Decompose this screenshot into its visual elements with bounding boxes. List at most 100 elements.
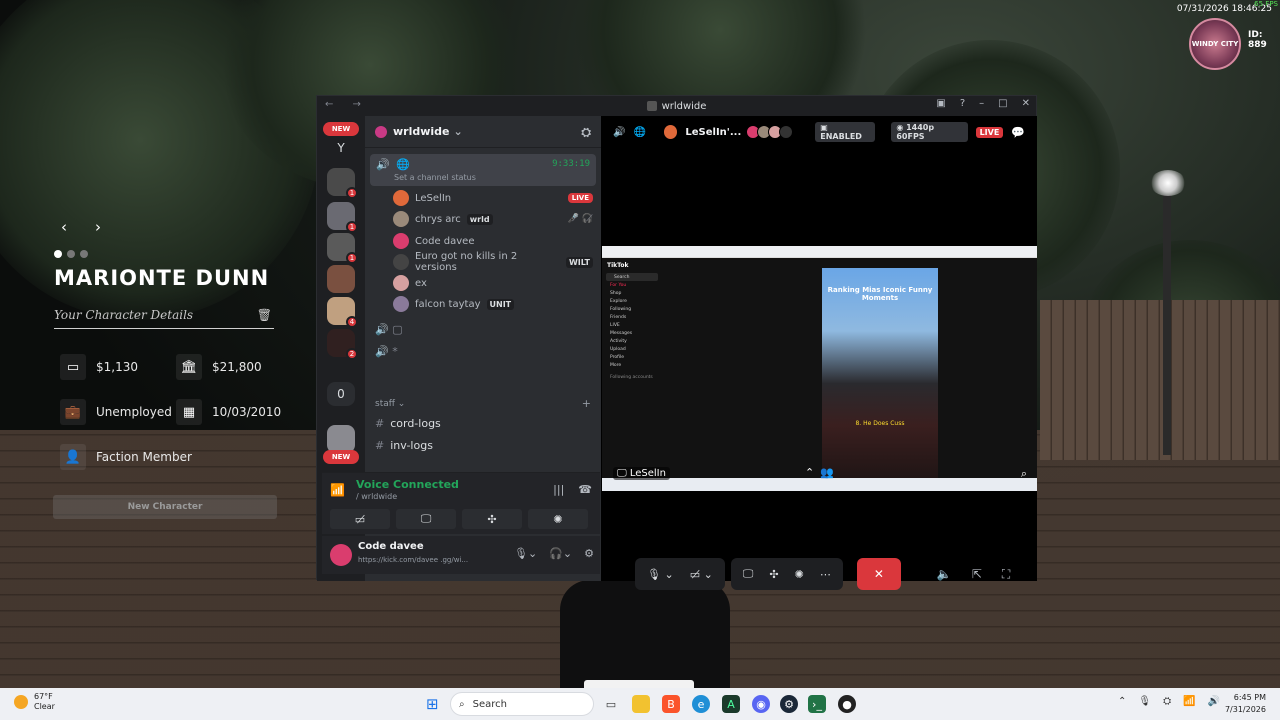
back-forward-icon[interactable]: ← →	[325, 99, 369, 110]
member-tag: WILT	[565, 256, 593, 268]
windows-start-icon[interactable]: ⊞	[426, 696, 442, 712]
more-icon[interactable]: ⋯	[820, 568, 831, 581]
channel-status[interactable]: Set a channel status	[394, 173, 476, 182]
server-icon[interactable]	[327, 425, 355, 453]
signal-icon[interactable]: 📶	[330, 483, 345, 497]
voice-connected-label: Voice Connected	[356, 478, 459, 491]
voice-member[interactable]: LeSelIn LIVE	[393, 189, 593, 207]
server-icon[interactable]: 4	[327, 297, 358, 328]
app-icon[interactable]: A	[722, 695, 740, 713]
file-explorer-icon[interactable]	[632, 695, 650, 713]
voice-channel[interactable]: 🔊 ▢	[375, 323, 403, 336]
network-icon[interactable]: ⛭	[1163, 696, 1171, 707]
server-icon[interactable]: 1	[327, 168, 358, 199]
wifi-icon[interactable]: 📶	[1183, 696, 1195, 707]
voice-channel-active[interactable]: 🔊 🌐 9:33:19 Set a channel status	[370, 154, 596, 186]
server-icon[interactable]: 1	[327, 233, 358, 264]
chevron-left-icon[interactable]: ‹	[54, 218, 74, 236]
voice-member[interactable]: ex	[393, 274, 593, 292]
voice-member[interactable]: Euro got no kills in 2 versions WILT	[393, 251, 593, 273]
tiktok-search: Search	[606, 273, 658, 281]
voice-timer: 9:33:19	[552, 159, 590, 169]
noise-suppression-icon[interactable]: |||	[553, 483, 564, 496]
speaker-icon: 🔊	[613, 126, 626, 138]
new-character-button[interactable]: New Character	[53, 495, 277, 519]
minimize-icon[interactable]: –	[979, 98, 984, 109]
server-0[interactable]: 0	[327, 382, 355, 406]
text-channel[interactable]: # cord-logs	[375, 417, 441, 430]
chat-icon[interactable]: 💬	[1011, 126, 1025, 139]
help-icon[interactable]: ?	[960, 98, 965, 109]
server-icon[interactable]: 1	[327, 202, 358, 233]
task-view-icon[interactable]: ▭	[602, 695, 620, 713]
screen-share-icon[interactable]: 🖵	[743, 567, 754, 581]
server-header[interactable]: wrldwide ⌄ ⛭	[365, 116, 601, 148]
character-nav: ‹ ›	[54, 218, 108, 236]
gear-icon[interactable]: ⚙	[584, 547, 594, 560]
shared-screen[interactable]: TikTok Search For You Shop Explore Follo…	[602, 246, 1037, 491]
popout-icon[interactable]: ⇱	[972, 567, 982, 582]
server-icon[interactable]: 2	[327, 329, 358, 360]
viewer-avatars[interactable]	[746, 125, 794, 139]
pager-dot[interactable]	[67, 250, 75, 258]
voice-member[interactable]: falcon taytay UNIT	[393, 295, 593, 313]
people-icon[interactable]: 👥	[820, 466, 834, 479]
terminal-icon[interactable]: ›_	[808, 695, 826, 713]
avatar[interactable]	[330, 544, 352, 566]
taskbar-clock[interactable]: 6:45 PM 7/31/2026	[1225, 692, 1266, 716]
headphones-icon[interactable]: 🎧⌄	[549, 547, 572, 560]
chevron-right-icon[interactable]: ›	[88, 218, 108, 236]
voice-channel-path[interactable]: / wrldwide	[356, 492, 397, 501]
pager-dot[interactable]	[54, 250, 62, 258]
voice-channel[interactable]: 🔊 *	[375, 345, 398, 358]
street-lamp	[1150, 170, 1186, 196]
trash-icon[interactable]: 🗑	[257, 308, 272, 322]
inbox-icon[interactable]: ▣	[936, 98, 945, 109]
camera-off-button[interactable]: ▭̸	[330, 509, 390, 529]
screen-share-button[interactable]: 🖵	[396, 509, 456, 529]
voice-member[interactable]: chrys arc wrld 🎤̸ 🎧̸	[393, 210, 593, 228]
search-icon: ⌕	[459, 698, 465, 710]
microphone-icon[interactable]: 🎙⌄	[514, 547, 537, 560]
menu-item: Friends	[610, 314, 627, 320]
disconnect-icon[interactable]: ☎	[578, 483, 592, 496]
add-channel-icon[interactable]: +	[582, 397, 591, 410]
microphone-icon[interactable]: 🎙 ⌄	[647, 568, 674, 581]
tiktok-video: Ranking Mias Iconic Funny Moments 8. He …	[822, 268, 938, 478]
stream-label: 🖵 LeSelIn	[613, 467, 670, 480]
maximize-icon[interactable]: □	[998, 98, 1007, 109]
microphone-icon[interactable]: 🎙	[1138, 696, 1151, 707]
username: Code davee	[358, 541, 424, 552]
taskbar-search[interactable]: ⌕ Search	[450, 692, 594, 716]
server-icon[interactable]	[327, 265, 355, 293]
category-staff[interactable]: staff ⌄	[375, 399, 405, 409]
server-y[interactable]: Y	[327, 137, 355, 159]
activities-button[interactable]: ✣	[462, 509, 522, 529]
camera-off-icon[interactable]: ▭̸ ⌄	[690, 568, 713, 581]
avatar	[393, 254, 409, 270]
steam-icon[interactable]: ⚙	[780, 695, 798, 713]
voice-member[interactable]: Code davee	[393, 232, 593, 250]
volume-icon[interactable]: 🔈	[937, 567, 952, 582]
invite-icon[interactable]: ⛭	[581, 125, 591, 140]
weather-widget[interactable]: 67°F Clear	[14, 692, 55, 712]
chevron-up-icon[interactable]: ⌃	[1118, 696, 1126, 707]
close-icon[interactable]: ✕	[1022, 98, 1030, 109]
brave-icon[interactable]: B	[662, 695, 680, 713]
soundboard-icon[interactable]: ✺	[795, 568, 804, 581]
activities-icon[interactable]: ✣	[769, 568, 778, 581]
pager-dot[interactable]	[80, 250, 88, 258]
soundboard-button[interactable]: ✺	[528, 509, 588, 529]
tiktok-logo: TikTok	[607, 262, 629, 269]
game-icon[interactable]: ●	[838, 695, 856, 713]
zoom-icon[interactable]: ⌕	[1021, 467, 1027, 481]
speaker-icon: 🔊	[376, 158, 390, 171]
edge-icon[interactable]: e	[692, 695, 710, 713]
stop-stream-button[interactable]: ✕	[856, 558, 901, 590]
streamer-name[interactable]: LeSelIn'...	[685, 127, 741, 138]
text-channel[interactable]: # inv-logs	[375, 439, 433, 452]
chevron-up-icon[interactable]: ⌃	[805, 466, 814, 479]
fullscreen-icon[interactable]: ⛶	[1002, 567, 1010, 582]
discord-icon[interactable]: ◉	[752, 695, 770, 713]
volume-icon[interactable]: 🔊	[1208, 696, 1220, 707]
